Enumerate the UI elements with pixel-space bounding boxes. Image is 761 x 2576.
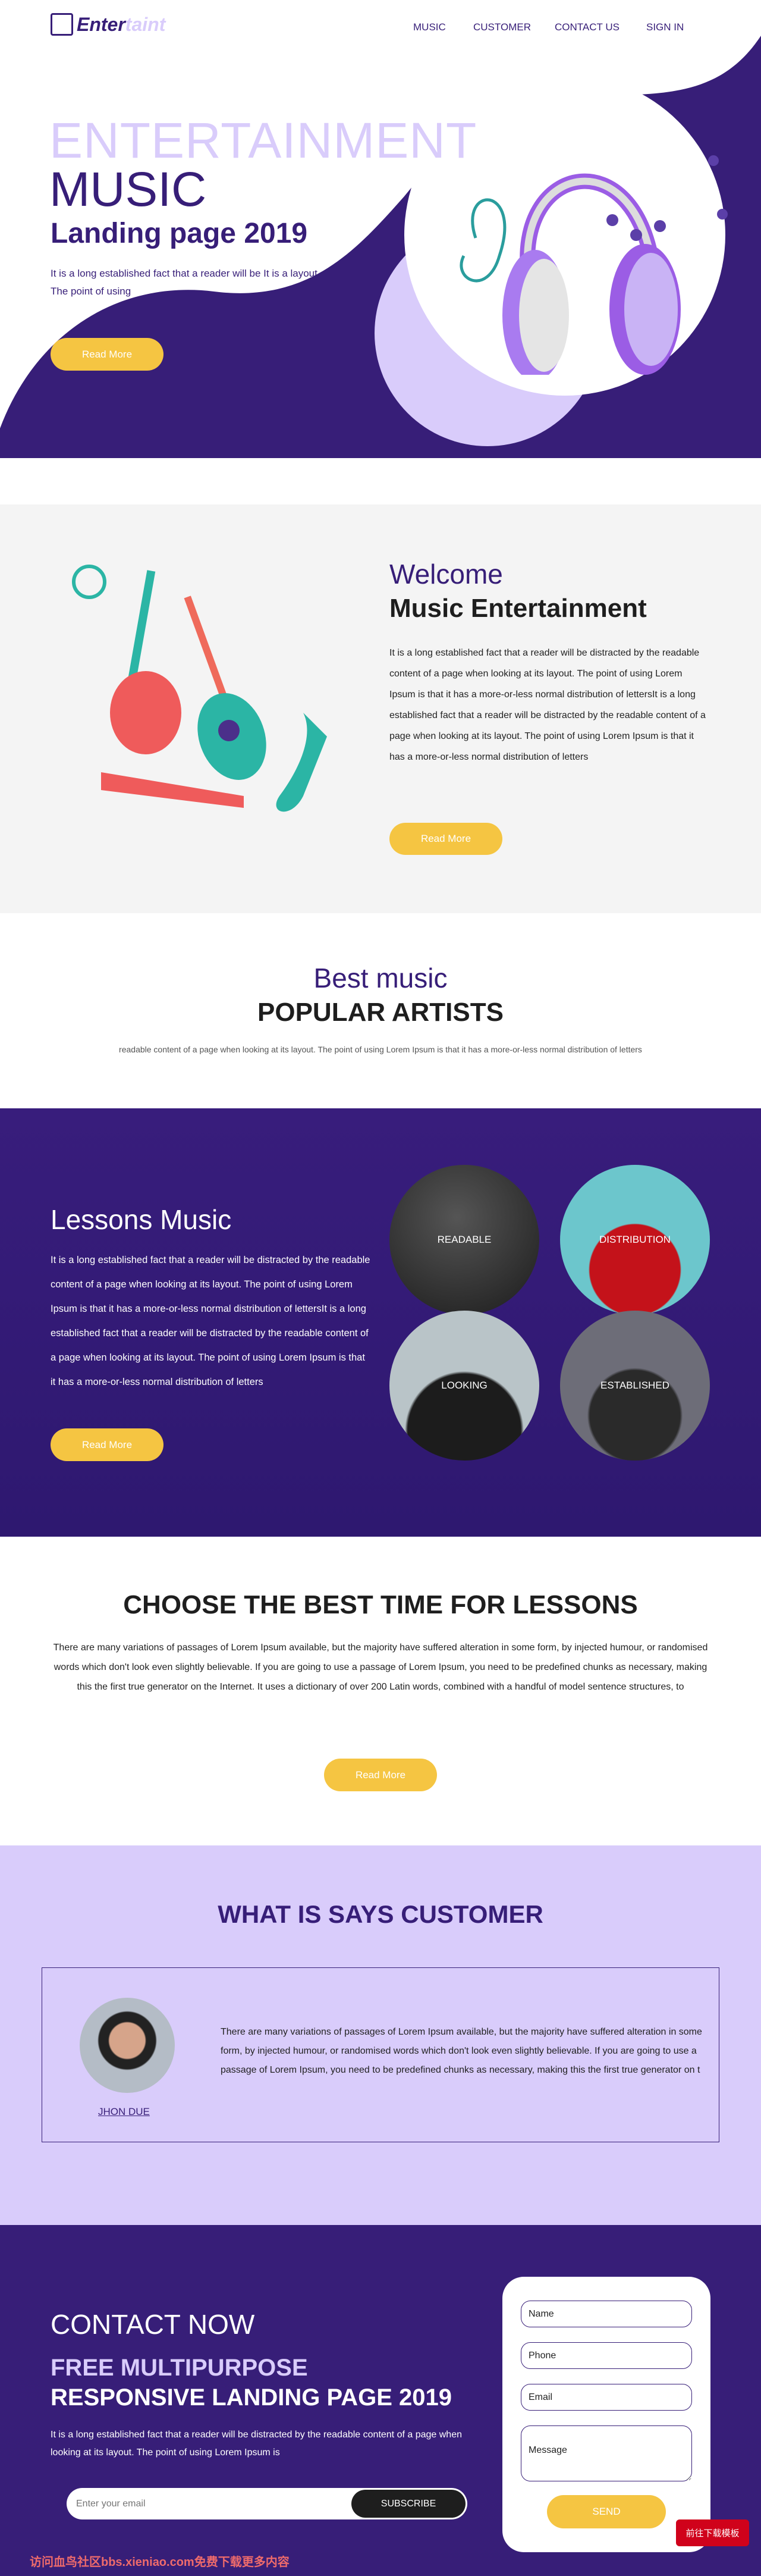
contact-subtitle-2: RESPONSIVE LANDING PAGE 2019	[51, 2384, 452, 2411]
nav-music[interactable]: MUSIC	[413, 21, 446, 33]
nav-customer[interactable]: CUSTOMER	[473, 21, 531, 33]
welcome-text: It is a long established fact that a rea…	[389, 648, 706, 762]
logo-text-secondary: taint	[125, 13, 166, 35]
hero-text-2: The point of using	[51, 286, 131, 297]
choose-text: There are many variations of passages of…	[53, 1643, 708, 1692]
artists-text: readable content of a page when looking …	[119, 1045, 642, 1054]
hero-title-1: ENTERTAINMENT	[49, 112, 477, 168]
contact-title: CONTACT NOW	[51, 2309, 255, 2340]
artists-kicker: Best music	[313, 963, 448, 994]
send-button[interactable]: SEND	[547, 2495, 666, 2528]
customer-title: WHAT IS SAYS CUSTOMER	[218, 1900, 543, 1928]
instruments-illustration	[72, 565, 327, 812]
testimonial-text: There are many variations of passages of…	[221, 2027, 702, 2075]
hero-title-3: Landing page 2019	[51, 218, 308, 249]
watermark-text: 访问血鸟社区bbs.xieniao.com免费下载更多内容	[30, 2556, 290, 2569]
lessons-title: Lessons Music	[51, 1204, 232, 1235]
logo-text-primary: Enter	[77, 13, 125, 35]
contact-subtitle-1: FREE MULTIPURPOSE	[51, 2355, 308, 2381]
nav-sign-in[interactable]: SIGN IN	[646, 21, 684, 33]
artist-label: READABLE	[437, 1234, 492, 1245]
nav-contact-us[interactable]: CONTACT US	[555, 21, 620, 33]
hero-section: Entertaint MUSIC CUSTOMER CONTACT US SIG…	[0, 0, 761, 458]
artist-label: DISTRIBUTION	[599, 1234, 671, 1245]
clapperboard-icon	[51, 13, 73, 36]
name-field[interactable]	[521, 2301, 692, 2327]
welcome-section: Welcome Music Entertainment It is a long…	[0, 504, 761, 913]
choose-read-more-button[interactable]: Read More	[324, 1759, 437, 1791]
lessons-section: Lessons Music It is a long established f…	[0, 1108, 761, 1537]
welcome-title: Music Entertainment	[389, 594, 647, 623]
artists-title: POPULAR ARTISTS	[257, 998, 504, 1027]
customer-section: WHAT IS SAYS CUSTOMER JHON DUE There are…	[0, 1845, 761, 2225]
lessons-read-more-button[interactable]: Read More	[51, 1428, 163, 1461]
artist-card-readable[interactable]: READABLE	[389, 1165, 539, 1315]
choose-section: CHOOSE THE BEST TIME FOR LESSONS There a…	[0, 1537, 761, 1845]
artist-card-looking[interactable]: LOOKING	[389, 1311, 539, 1461]
artist-card-distribution[interactable]: DISTRIBUTION	[560, 1165, 710, 1315]
hero-read-more-button[interactable]: Read More	[51, 338, 163, 371]
welcome-kicker: Welcome	[389, 559, 503, 590]
contact-section: CONTACT NOW FREE MULTIPURPOSE RESPONSIVE…	[0, 2225, 761, 2576]
message-field[interactable]	[521, 2425, 692, 2481]
customer-name-link[interactable]: JHON DUE	[98, 2106, 150, 2118]
artist-label: LOOKING	[441, 1380, 488, 1391]
hero-text-1: It is a long established fact that a rea…	[51, 268, 320, 279]
testimonial-card: JHON DUE There are many variations of pa…	[42, 1967, 719, 2142]
download-template-badge[interactable]: 前往下载模板	[676, 2519, 749, 2546]
artist-card-established[interactable]: ESTABLISHED	[560, 1311, 710, 1461]
lessons-text: It is a long established fact that a rea…	[51, 1255, 370, 1387]
phone-field[interactable]	[521, 2342, 692, 2369]
customer-avatar	[80, 1998, 175, 2093]
hero-title-2: MUSIC	[49, 162, 207, 217]
subscribe-button[interactable]: SUBSCRIBE	[351, 2490, 466, 2518]
choose-title: CHOOSE THE BEST TIME FOR LESSONS	[123, 1590, 638, 1619]
welcome-read-more-button[interactable]: Read More	[389, 823, 502, 855]
logo[interactable]: Entertaint	[51, 13, 165, 36]
email-field[interactable]	[521, 2384, 692, 2411]
popular-artists-section: Best music POPULAR ARTISTS readable cont…	[0, 913, 761, 1108]
contact-text: It is a long established fact that a rea…	[51, 2430, 462, 2458]
subscribe-email-input[interactable]	[76, 2488, 344, 2519]
subscribe-bar: SUBSCRIBE	[67, 2488, 467, 2519]
artist-label: ESTABLISHED	[600, 1380, 669, 1391]
